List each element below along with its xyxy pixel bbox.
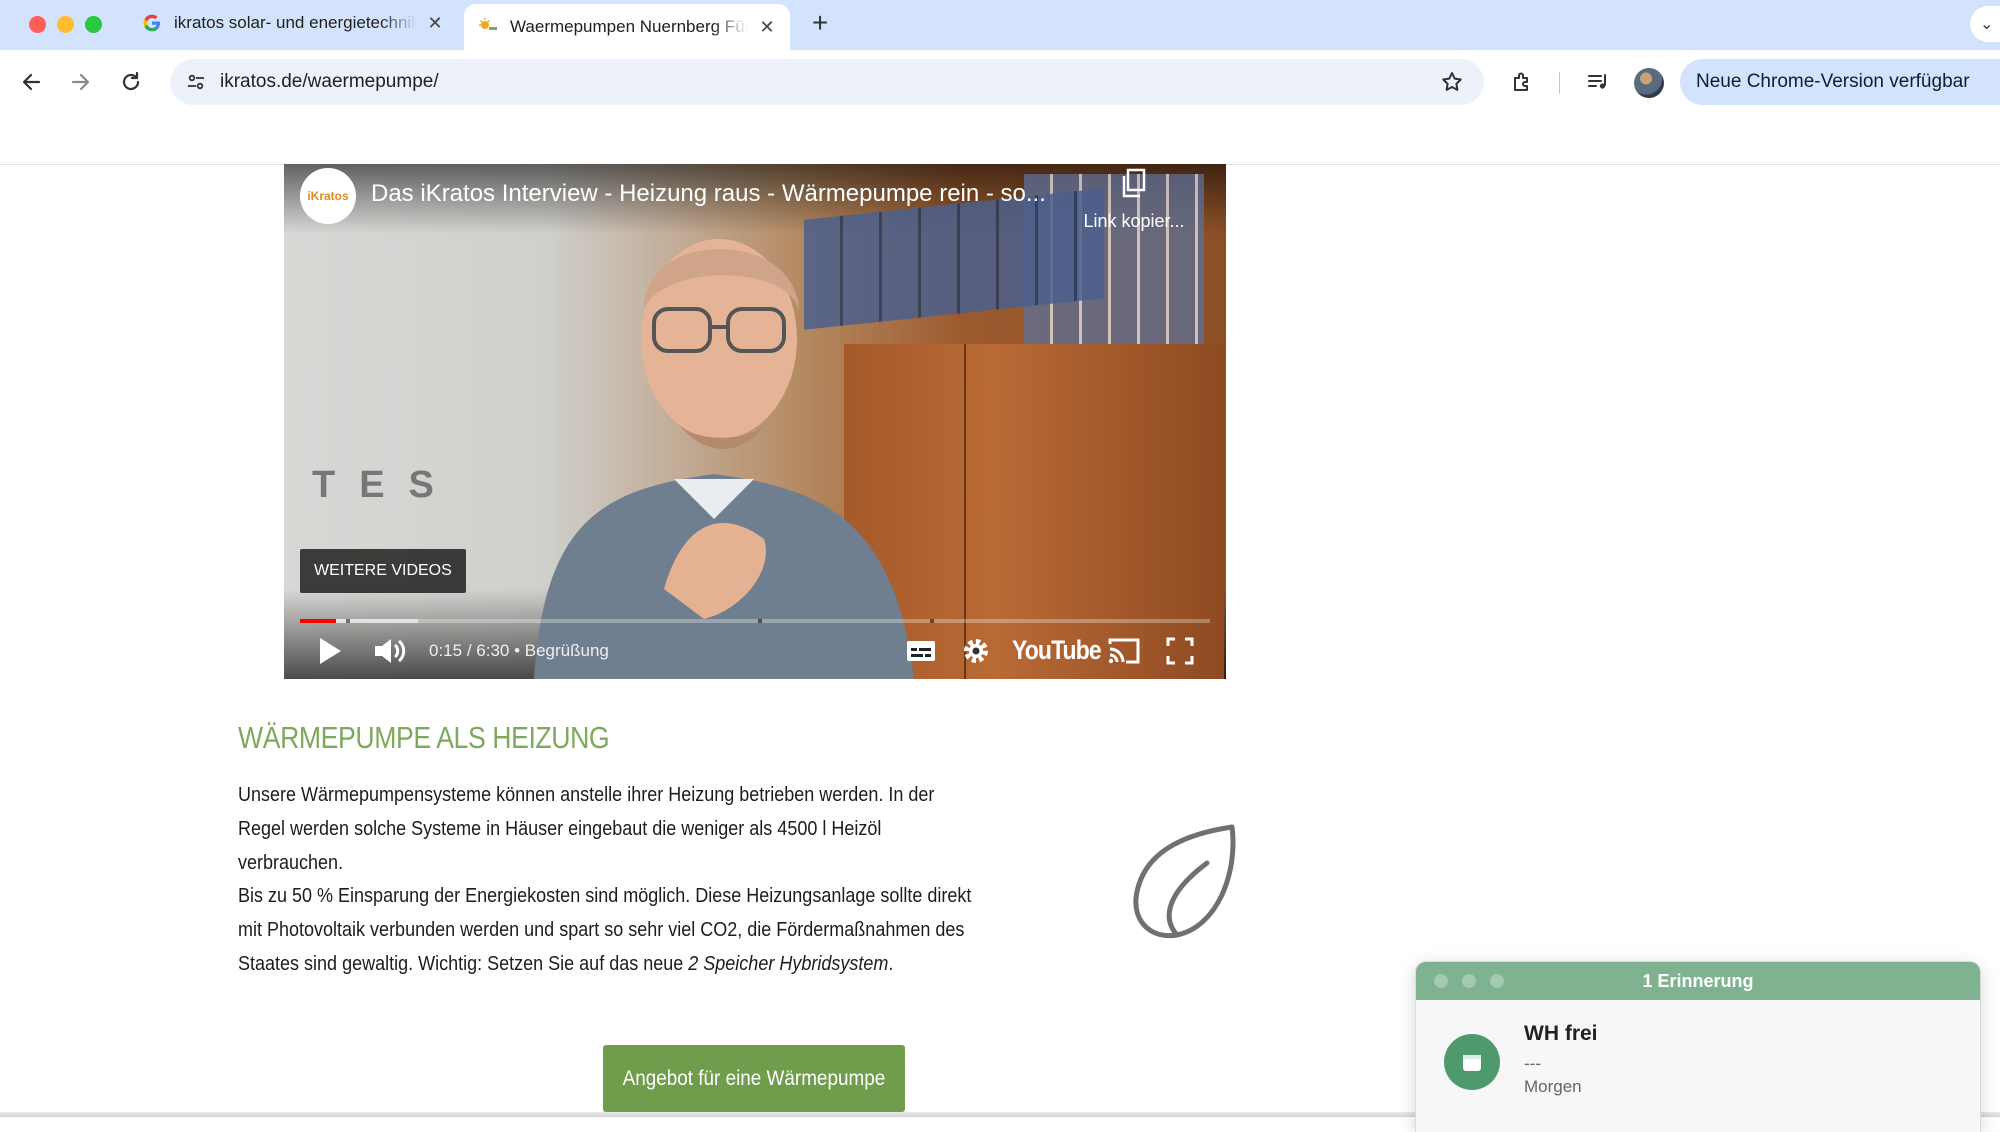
subtitles-icon: [907, 641, 935, 661]
reload-icon: [122, 71, 140, 91]
tab-title: Waermepumpen Nuernberg Fürth: [510, 17, 748, 36]
channel-logo[interactable]: iKratos: [300, 168, 356, 224]
back-button[interactable]: [13, 64, 49, 100]
leaf-icon: [1133, 824, 1236, 939]
media-control-icon[interactable]: [1584, 68, 1612, 96]
forward-button[interactable]: [63, 64, 99, 100]
maximize-window-button[interactable]: [85, 16, 102, 33]
chapter-marker: [758, 619, 762, 623]
tab-waermepumpen[interactable]: Waermepumpen Nuernberg Fürth ✕: [464, 4, 790, 50]
fullscreen-button[interactable]: [1160, 631, 1200, 671]
subtitles-button[interactable]: [901, 631, 941, 671]
chrome-update-button[interactable]: Neue Chrome-Version verfügbar ⋮: [1680, 59, 2000, 105]
savings-paragraph: Bis zu 50 % Einsparung der Energiekosten…: [238, 879, 985, 981]
reminder-title: WH frei: [1524, 1022, 1598, 1045]
volume-icon: [375, 639, 406, 663]
played-bar: [300, 619, 337, 623]
tab-strip: ikratos solar- und energietechnik ✕ Waer…: [0, 0, 2000, 50]
calendar-icon: [1444, 1034, 1500, 1090]
site-header-strip: [0, 114, 2000, 165]
url-text: ikratos.de/waermepumpe/: [220, 71, 439, 93]
arrow-left-icon: [22, 73, 41, 91]
reminder-notification[interactable]: 1 Erinnerung WH frei --- Morgen: [1416, 962, 1980, 1132]
reminder-header: 1 Erinnerung: [1642, 971, 1754, 991]
request-offer-button[interactable]: Angebot für eine Wärmepumpe: [603, 1045, 905, 1112]
copy-link-label: Link kopier...: [1083, 211, 1185, 231]
ikratos-favicon-icon: [478, 17, 498, 37]
close-tab-icon[interactable]: ✕: [424, 12, 446, 34]
reminder-titlebar: 1 Erinnerung: [1416, 962, 1980, 1000]
new-tab-button[interactable]: +: [805, 7, 835, 38]
video-title[interactable]: Das iKratos Interview - Heizung raus - W…: [371, 180, 1046, 208]
fullscreen-icon: [1166, 637, 1194, 665]
more-videos-button[interactable]: WEITERE VIDEOS: [300, 549, 466, 593]
profile-avatar[interactable]: [1634, 68, 1664, 98]
copy-link-button[interactable]: Link kopier...: [1074, 168, 1194, 232]
copy-icon: [1122, 168, 1146, 198]
arrow-right-icon: [71, 73, 90, 91]
url-domain: ikratos.de: [220, 71, 303, 92]
google-icon: [142, 13, 162, 33]
site-info-icon[interactable]: [184, 70, 208, 94]
hybrid-system-emphasis: 2 Speicher Hybridsystem: [688, 953, 889, 975]
video-progress-bar[interactable]: [300, 619, 1210, 623]
reload-button[interactable]: [113, 64, 149, 100]
tab-google-search[interactable]: ikratos solar- und energietechnik ✕: [128, 4, 458, 42]
total-time: 6:30: [476, 641, 510, 660]
cast-button[interactable]: [1104, 631, 1144, 671]
section-heading: WÄRMEPUMPE ALS HEIZUNG: [238, 720, 610, 755]
interviewee-figure: [534, 239, 914, 679]
browser-toolbar: ikratos.de/waermepumpe/ Neue Chrome-Vers…: [0, 50, 2000, 114]
tab-search-icon[interactable]: ⌄: [1970, 6, 2000, 42]
update-label: Neue Chrome-Version verfügbar: [1696, 71, 1970, 92]
video-time: 0:15 / 6:30 • Begrüßung: [429, 641, 609, 660]
reminder-subtitle: ---: [1524, 1054, 1541, 1073]
address-bar[interactable]: ikratos.de/waermepumpe/: [170, 59, 1484, 105]
gear-icon: [964, 639, 988, 663]
battery-logo-backdrop: TES: [312, 464, 458, 506]
settings-button[interactable]: [956, 631, 996, 671]
volume-button[interactable]: [368, 631, 412, 671]
youtube-logo[interactable]: YouTube: [1012, 635, 1102, 666]
chapter-title[interactable]: Begrüßung: [525, 641, 609, 660]
paragraph-end: .: [888, 953, 894, 975]
close-window-button[interactable]: [29, 16, 46, 33]
chapter-marker: [346, 619, 350, 623]
toolbar-divider: [1559, 72, 1560, 94]
intro-paragraph: Unsere Wärmepumpensysteme können anstell…: [238, 784, 935, 874]
tab-title: ikratos solar- und energietechnik: [174, 13, 416, 32]
play-icon: [320, 638, 341, 664]
url-path: /waermepumpe/: [302, 71, 439, 92]
bookmark-star-icon[interactable]: [1440, 70, 1464, 94]
reminder-time: Morgen: [1524, 1077, 1582, 1096]
play-button[interactable]: [310, 631, 350, 671]
youtube-video-player[interactable]: TES iKratos Das iKratos Interview - Heiz…: [284, 164, 1226, 679]
close-tab-icon[interactable]: ✕: [756, 16, 778, 38]
minimize-window-button[interactable]: [57, 16, 74, 33]
cast-icon: [1108, 638, 1140, 664]
extensions-icon[interactable]: [1508, 68, 1536, 96]
chapter-marker: [930, 619, 934, 623]
current-time: 0:15: [429, 641, 463, 660]
request-offer-label: Angebot für eine Wärmepumpe: [622, 1066, 886, 1090]
